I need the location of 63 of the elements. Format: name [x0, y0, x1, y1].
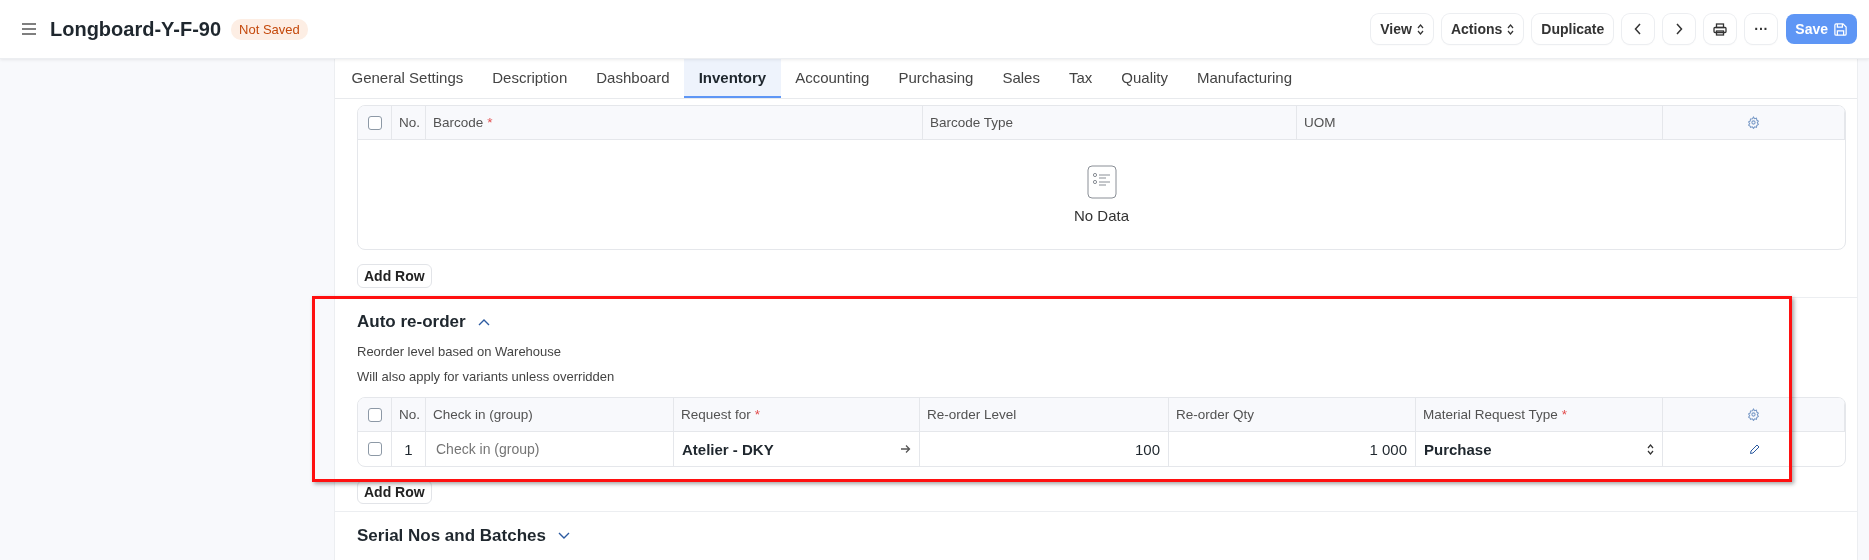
tab[interactable]: Dashboard — [581, 59, 685, 98]
sort-arrows-icon — [1507, 23, 1515, 35]
tab[interactable]: Purchasing — [883, 59, 988, 98]
sort-arrows-icon — [1416, 23, 1424, 35]
next-button[interactable] — [1663, 14, 1696, 44]
previous-button[interactable] — [1622, 14, 1655, 44]
table-cell: 1 000 — [1169, 431, 1416, 466]
column-header: No. — [392, 106, 426, 139]
tab[interactable]: Description — [477, 59, 582, 98]
row-number: 1 — [392, 431, 426, 466]
empty-message: No Data — [1074, 207, 1129, 224]
pencil-icon[interactable] — [1748, 443, 1760, 455]
floppy-disk-icon — [1833, 21, 1848, 37]
settings-icon[interactable] — [1747, 116, 1760, 129]
more-button[interactable]: ··· — [1745, 14, 1778, 44]
print-button[interactable] — [1704, 14, 1737, 44]
required-mark: * — [1561, 407, 1568, 422]
section-note: Reorder level based on Warehouse — [357, 343, 563, 361]
column-header: UOM — [1297, 106, 1663, 139]
table-cell: Atelier - DKY — [682, 440, 774, 458]
settings-icon[interactable] — [1747, 408, 1760, 421]
column-header: Barcode Type — [923, 106, 1297, 139]
dropdown-button[interactable]: View — [1371, 14, 1433, 44]
tab[interactable]: Tax — [1054, 59, 1107, 98]
column-header: Material Request Type — [1423, 407, 1558, 422]
column-header: Re-order Level — [920, 398, 1169, 431]
table-cell: Purchase — [1424, 440, 1492, 458]
empty-list-icon — [1086, 165, 1117, 199]
tab[interactable]: Sales — [987, 59, 1055, 98]
tab[interactable]: Manufacturing — [1182, 59, 1307, 98]
section-note: Will also apply for variants unless overridden — [357, 368, 616, 386]
status-indicator: Not Saved — [231, 18, 308, 40]
column-header: Barcode — [433, 115, 484, 130]
tab[interactable]: Quality — [1106, 59, 1183, 98]
section-header[interactable]: Auto re-order — [357, 308, 490, 336]
printer-icon — [1713, 22, 1728, 36]
checkbox[interactable] — [367, 407, 382, 422]
sort-arrows-icon — [1647, 443, 1654, 455]
document-title: Longboard-Y-F-90 — [50, 17, 222, 41]
tab[interactable]: Accounting — [780, 59, 884, 98]
column-header: Check in (group) — [426, 398, 674, 431]
tab[interactable]: Inventory — [684, 59, 781, 98]
input-field[interactable]: Check in (group) — [434, 440, 665, 458]
table-cell: 100 — [920, 431, 1169, 466]
checkbox[interactable] — [367, 442, 382, 456]
duplicate-button[interactable]: Duplicate — [1532, 14, 1614, 44]
required-mark: * — [487, 115, 493, 130]
column-header: Re-order Qty — [1169, 398, 1416, 431]
chevron-right-icon — [1675, 23, 1684, 35]
dropdown-button[interactable]: Actions — [1441, 14, 1524, 44]
required-mark: * — [754, 407, 761, 422]
section-header[interactable]: Serial Nos and Batches — [357, 522, 570, 550]
checkbox[interactable] — [367, 115, 382, 130]
chevron-left-icon — [1634, 23, 1643, 35]
menu-icon[interactable] — [22, 23, 36, 35]
column-header: No. — [392, 398, 426, 431]
add-row-button[interactable]: Add Row — [357, 480, 432, 504]
tab[interactable]: General Settings — [337, 59, 478, 98]
column-header: Request for — [681, 407, 751, 422]
chevron-up-icon — [477, 318, 490, 326]
add-row-button[interactable]: Add Row — [357, 264, 432, 288]
chevron-down-icon — [557, 532, 570, 540]
arrow-right-icon[interactable] — [900, 444, 911, 454]
